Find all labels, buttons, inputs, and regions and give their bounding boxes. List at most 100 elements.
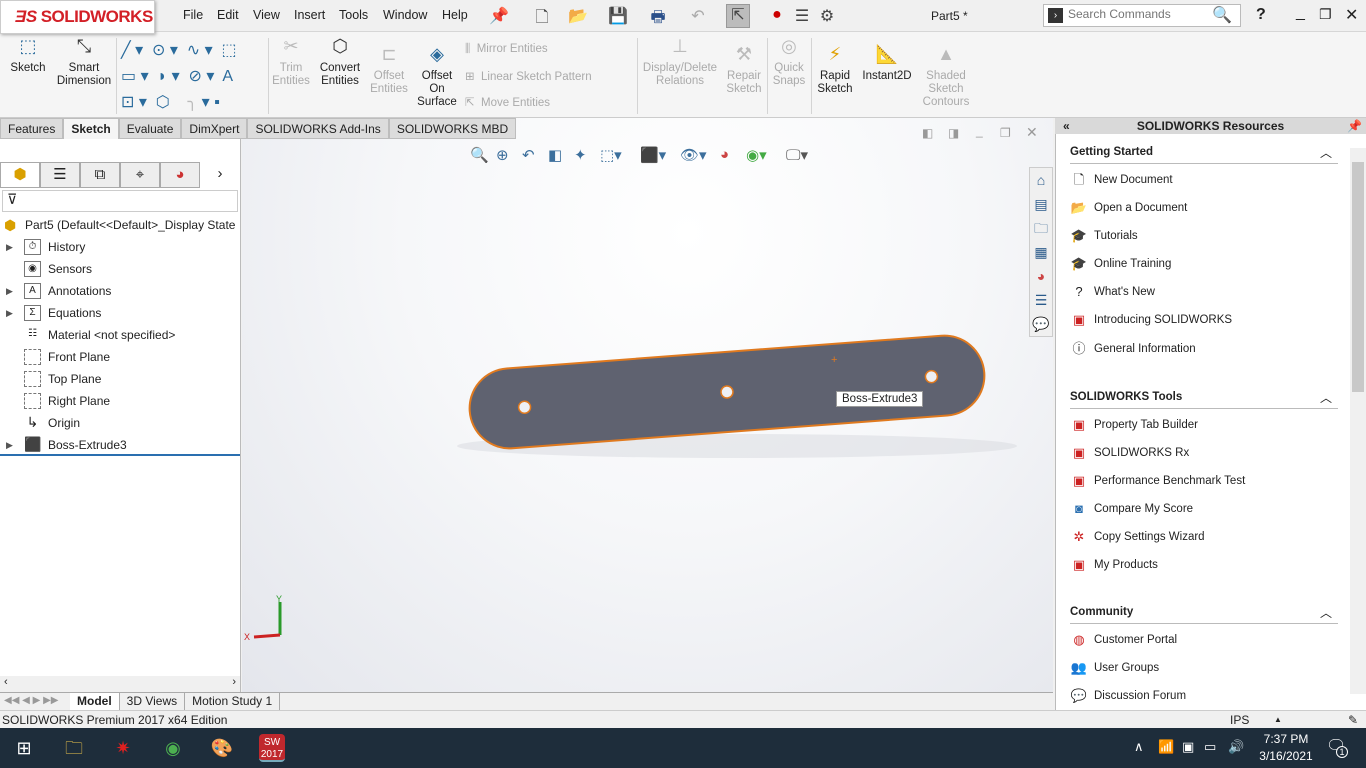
tree-item-material[interactable]: ☷ Material <not specified>: [0, 324, 240, 346]
link-copy-settings-wizard[interactable]: ✲ Copy Settings Wizard: [1070, 527, 1205, 547]
battery-icon[interactable]: ▭: [1204, 739, 1216, 755]
pin-icon[interactable]: 📌: [1347, 118, 1362, 134]
tree-root[interactable]: ⬢ Part5 (Default<<Default>_Display State …: [0, 214, 240, 236]
link-solidworks-rx[interactable]: ▣ SOLIDWORKS Rx: [1070, 443, 1189, 463]
app-star-icon[interactable]: ✷: [111, 736, 135, 760]
tab-features[interactable]: Features: [0, 118, 64, 139]
menu-edit[interactable]: Edit: [217, 8, 239, 22]
menu-view[interactable]: View: [253, 8, 280, 22]
options-gear-icon[interactable]: ⚙: [817, 6, 837, 26]
link-compare-my-score[interactable]: ◙ Compare My Score: [1070, 499, 1193, 519]
chrome-icon[interactable]: ◉: [161, 736, 185, 760]
tree-item-history[interactable]: ▶ ⏱ History: [0, 236, 240, 258]
dimxpert-manager-tab-icon[interactable]: ⌖: [120, 162, 160, 188]
meet-icon[interactable]: ▣: [1182, 739, 1194, 755]
model-graphics[interactable]: + Y X: [242, 118, 1053, 692]
rapid-sketch-button[interactable]: ⚡ Rapid Sketch: [814, 45, 856, 96]
property-manager-tab-icon[interactable]: ☰: [40, 162, 80, 188]
pin-icon[interactable]: 📌: [489, 6, 509, 26]
search-icon[interactable]: 🔍: [1212, 5, 1232, 25]
search-commands-box[interactable]: › 🔍: [1043, 4, 1241, 27]
quick-snaps-button[interactable]: ◎ Quick Snaps: [770, 37, 808, 88]
file-explorer-icon[interactable]: 🗀: [1030, 216, 1052, 240]
view-palette-icon[interactable]: ▦: [1030, 240, 1052, 264]
smart-dimension-button[interactable]: ⤡ Smart Dimension: [56, 37, 112, 88]
custom-properties-icon[interactable]: ☰: [1030, 288, 1052, 312]
tab-scroll-arrows[interactable]: ◀◀ ◀ ▶ ▶▶: [4, 695, 58, 706]
tree-item-origin[interactable]: ↳ Origin: [0, 412, 240, 434]
units-selector[interactable]: IPS: [1230, 711, 1249, 729]
appearances-icon[interactable]: ◕: [1030, 264, 1052, 288]
link-customer-portal[interactable]: ◍ Customer Portal: [1070, 630, 1177, 650]
expand-icon[interactable]: ▶: [6, 236, 13, 258]
select-icon[interactable]: ⇱: [726, 4, 750, 28]
menu-help[interactable]: Help: [442, 8, 468, 22]
display-manager-tab-icon[interactable]: ◕: [160, 162, 200, 188]
section-getting-started[interactable]: Getting Started ︿: [1070, 146, 1338, 164]
tab-evaluate[interactable]: Evaluate: [118, 118, 182, 139]
new-document-icon[interactable]: 🗋: [532, 6, 552, 26]
repair-sketch-button[interactable]: ⚒ Repair Sketch: [722, 45, 766, 96]
menu-window[interactable]: Window: [383, 8, 427, 22]
mirror-entities-button[interactable]: ⫼ Mirror Entities: [465, 43, 548, 56]
search-input[interactable]: [1068, 7, 1208, 21]
link-user-groups[interactable]: 👥 User Groups: [1070, 658, 1159, 678]
expand-icon[interactable]: ▶: [6, 434, 13, 456]
collapse-chevron-icon[interactable]: ︿: [1320, 389, 1332, 406]
section-community[interactable]: Community ︿: [1070, 606, 1338, 624]
tree-item-right-plane[interactable]: Right Plane: [0, 390, 240, 412]
menu-insert[interactable]: Insert: [294, 8, 325, 22]
offset-entities-button[interactable]: ⊏ Offset Entities: [368, 45, 410, 96]
file-explorer-icon[interactable]: 🗀: [62, 736, 86, 760]
volume-icon[interactable]: 🔊: [1228, 739, 1244, 755]
minimize-button[interactable]: _: [1296, 4, 1305, 22]
instant2d-button[interactable]: 📐 Instant2D: [860, 45, 914, 83]
expand-icon[interactable]: ▶: [6, 302, 13, 324]
close-button[interactable]: ✕: [1345, 5, 1358, 25]
tree-item-front-plane[interactable]: Front Plane: [0, 346, 240, 368]
home-icon[interactable]: ⌂: [1030, 168, 1052, 192]
tab-scroll-right-icon[interactable]: ›: [200, 162, 240, 188]
collapse-chevron-icon[interactable]: ︿: [1320, 144, 1332, 161]
link-whats-new[interactable]: ? What's New: [1070, 282, 1155, 302]
collapse-chevron-icon[interactable]: ︿: [1320, 604, 1332, 621]
sketch-button[interactable]: ⬚ Sketch: [6, 37, 50, 75]
link-new-document[interactable]: 🗋 New Document: [1070, 170, 1173, 190]
shaded-sketch-contours-button[interactable]: ▲ Shaded Sketch Contours: [920, 45, 972, 109]
print-icon[interactable]: 🖶: [648, 6, 668, 26]
tree-item-boss-extrude3[interactable]: ▶ ⬛ Boss-Extrude3: [0, 434, 240, 456]
left-panel-hscrollbar[interactable]: ‹ ›: [0, 676, 240, 692]
tab-model[interactable]: Model: [70, 693, 120, 710]
tree-item-sensors[interactable]: ◉ Sensors: [0, 258, 240, 280]
display-delete-relations-button[interactable]: ⊥ Display/Delete Relations: [642, 37, 718, 88]
offset-on-surface-button[interactable]: ◈ Offset On Surface: [416, 45, 458, 109]
design-library-icon[interactable]: ▤: [1030, 192, 1052, 216]
restore-button[interactable]: ❐: [1319, 6, 1332, 23]
menu-tools[interactable]: Tools: [339, 8, 368, 22]
rebuild-icon[interactable]: ●: [767, 6, 787, 26]
tab-motion-study-1[interactable]: Motion Study 1: [185, 693, 281, 710]
linear-sketch-pattern-button[interactable]: ⊞ Linear Sketch Pattern: [465, 69, 592, 83]
link-performance-benchmark[interactable]: ▣ Performance Benchmark Test: [1070, 471, 1245, 491]
link-tutorials[interactable]: 🎓 Tutorials: [1070, 226, 1138, 246]
solidworks-logo[interactable]: ƎS SOLIDWORKS: [0, 0, 155, 34]
tree-item-annotations[interactable]: ▶ A Annotations: [0, 280, 240, 302]
feature-manager-tab-icon[interactable]: ⬢: [0, 162, 40, 188]
tab-sketch[interactable]: Sketch: [63, 118, 119, 139]
wifi-icon[interactable]: 📶: [1158, 739, 1174, 755]
link-discussion-forum[interactable]: 💬 Discussion Forum: [1070, 686, 1186, 706]
units-dropdown-icon[interactable]: ▲: [1274, 711, 1282, 729]
link-my-products[interactable]: ▣ My Products: [1070, 555, 1158, 575]
expand-icon[interactable]: ▶: [6, 280, 13, 302]
tree-item-top-plane[interactable]: Top Plane: [0, 368, 240, 390]
tray-chevron-icon[interactable]: ∧: [1134, 739, 1144, 755]
link-online-training[interactable]: 🎓 Online Training: [1070, 254, 1171, 274]
section-solidworks-tools[interactable]: SOLIDWORKS Tools ︿: [1070, 391, 1338, 409]
tab-dimxpert[interactable]: DimXpert: [181, 118, 248, 139]
link-introducing-solidworks[interactable]: ▣ Introducing SOLIDWORKS: [1070, 310, 1232, 330]
link-property-tab-builder[interactable]: ▣ Property Tab Builder: [1070, 415, 1198, 435]
trim-entities-button[interactable]: ✂ Trim Entities: [272, 37, 310, 88]
move-entities-button[interactable]: ⇱ Move Entities: [465, 95, 550, 109]
tab-3d-views[interactable]: 3D Views: [120, 693, 186, 710]
windows-start-icon[interactable]: ⊞: [12, 736, 36, 760]
